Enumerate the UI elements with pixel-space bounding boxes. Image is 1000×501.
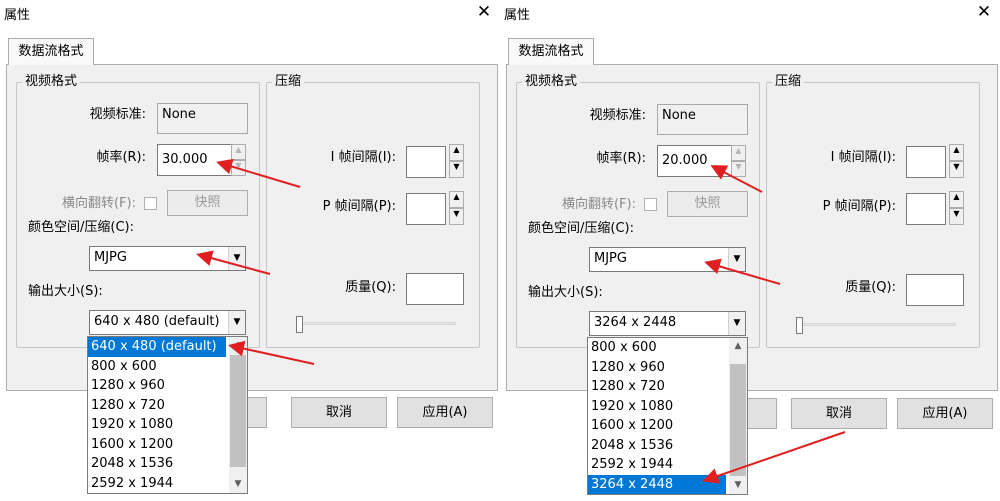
snapshot-button[interactable]: 快照	[667, 191, 748, 217]
quality-slider-thumb[interactable]	[296, 316, 303, 333]
dropdown-scrollbar[interactable]: ▲ ▼	[729, 338, 747, 494]
p-frame-label: P 帧间隔(P):	[822, 199, 896, 214]
dropdown-option[interactable]: 800 x 600	[588, 338, 726, 358]
color-space-select[interactable]: MJPG	[589, 247, 746, 272]
p-frame-up-icon[interactable]: ▲	[449, 191, 464, 208]
dropdown-option[interactable]: 2592 x 1944	[88, 474, 226, 494]
video-standard-label: 视频标准:	[89, 107, 146, 122]
close-icon[interactable]: ✕	[474, 4, 494, 24]
scroll-up-icon[interactable]: ▲	[729, 338, 747, 355]
frame-rate-label: 帧率(R):	[96, 150, 146, 165]
color-space-chevron-down-icon[interactable]: ▼	[728, 248, 745, 271]
p-frame-down-icon[interactable]: ▼	[449, 208, 464, 225]
properties-dialog-left: 属性 ✕ 数据流格式 视频格式 视频标准: None 帧率(R): 30.000…	[0, 0, 500, 501]
quality-label: 质量(Q):	[845, 280, 896, 295]
video-format-legend: 视频格式	[22, 74, 81, 90]
i-frame-down-icon[interactable]: ▼	[949, 161, 964, 178]
video-format-legend: 视频格式	[522, 74, 581, 90]
i-frame-down-icon[interactable]: ▼	[449, 161, 464, 178]
frame-rate-down-icon[interactable]: ▼	[731, 161, 746, 177]
quality-slider-track[interactable]	[799, 323, 956, 326]
dropdown-option[interactable]: 1920 x 1080	[588, 397, 726, 417]
frame-rate-up-icon[interactable]: ▲	[731, 145, 746, 161]
dropdown-option[interactable]: 1600 x 1200	[88, 435, 226, 455]
compression-legend: 压缩	[272, 74, 305, 90]
cancel-button[interactable]: 取消	[291, 397, 387, 428]
scroll-thumb[interactable]	[230, 355, 246, 467]
video-standard-field: None	[157, 103, 248, 134]
dropdown-option[interactable]: 2048 x 1536	[588, 436, 726, 456]
tab-stream-format[interactable]: 数据流格式	[8, 38, 94, 65]
dropdown-option[interactable]: 3264 x 2448	[588, 474, 726, 494]
flip-checkbox[interactable]	[644, 198, 657, 211]
output-size-chevron-down-icon[interactable]: ▼	[228, 311, 245, 334]
scroll-down-icon[interactable]: ▼	[729, 477, 747, 494]
dropdown-option[interactable]: 1600 x 1200	[588, 416, 726, 436]
p-frame-up-icon[interactable]: ▲	[949, 191, 964, 208]
flip-checkbox[interactable]	[144, 197, 157, 210]
output-size-chevron-down-icon[interactable]: ▼	[728, 312, 745, 335]
dropdown-option[interactable]: 800 x 600	[88, 357, 226, 377]
i-frame-up-icon[interactable]: ▲	[449, 144, 464, 161]
scroll-up-icon[interactable]: ▲	[229, 337, 247, 354]
frame-rate-input[interactable]: 20.000	[657, 145, 734, 177]
cancel-button[interactable]: 取消	[791, 398, 887, 429]
dropdown-option[interactable]: 1280 x 960	[88, 376, 226, 396]
i-frame-label: I 帧间隔(I):	[830, 150, 896, 165]
output-size-label: 输出大小(S):	[28, 284, 103, 299]
frame-rate-down-icon[interactable]: ▼	[231, 160, 246, 176]
dialog-title: 属性	[4, 8, 31, 23]
output-size-label: 输出大小(S):	[528, 285, 603, 300]
dropdown-option[interactable]: 2592 x 1944	[588, 455, 726, 475]
quality-slider-track[interactable]	[299, 322, 456, 325]
frame-rate-label: 帧率(R):	[596, 151, 646, 166]
quality-input[interactable]	[906, 274, 964, 306]
frame-rate-input[interactable]: 30.000	[157, 144, 234, 176]
apply-button[interactable]: 应用(A)	[397, 397, 493, 428]
dialog-title: 属性	[504, 8, 531, 23]
compression-legend: 压缩	[772, 74, 805, 90]
color-space-label: 颜色空间/压缩(C):	[28, 220, 134, 235]
p-frame-down-icon[interactable]: ▼	[949, 208, 964, 225]
snapshot-button[interactable]: 快照	[167, 190, 248, 216]
dropdown-scrollbar[interactable]: ▲ ▼	[229, 337, 247, 493]
output-size-select[interactable]: 640 x 480 (default)	[89, 310, 246, 335]
flip-label: 横向翻转(F):	[61, 196, 136, 211]
frame-rate-up-icon[interactable]: ▲	[231, 144, 246, 160]
properties-dialog-right: 属性 ✕ 数据流格式 视频格式 视频标准: None 帧率(R): 20.000…	[500, 0, 1000, 501]
scroll-thumb[interactable]	[730, 364, 746, 476]
quality-slider-thumb[interactable]	[796, 317, 803, 334]
color-space-chevron-down-icon[interactable]: ▼	[228, 247, 245, 270]
output-size-select[interactable]: 3264 x 2448	[589, 311, 746, 336]
ok-button[interactable]	[747, 398, 777, 429]
output-size-dropdown-list: 800 x 600 1280 x 960 1280 x 720 1920 x 1080…	[587, 337, 748, 495]
flip-label: 横向翻转(F):	[561, 197, 636, 212]
tab-stream-format[interactable]: 数据流格式	[508, 38, 594, 65]
video-standard-label: 视频标准:	[589, 108, 646, 123]
dropdown-option[interactable]: 1280 x 720	[88, 396, 226, 416]
p-frame-input[interactable]	[406, 193, 446, 225]
close-icon[interactable]: ✕	[974, 4, 994, 24]
quality-input[interactable]	[406, 273, 464, 305]
quality-label: 质量(Q):	[345, 280, 396, 295]
i-frame-input[interactable]	[906, 146, 946, 178]
dropdown-option[interactable]: 2048 x 1536	[88, 454, 226, 474]
dropdown-option[interactable]: 640 x 480 (default)	[88, 337, 226, 357]
color-space-select[interactable]: MJPG	[89, 246, 246, 271]
dropdown-option[interactable]: 1280 x 720	[588, 377, 726, 397]
i-frame-up-icon[interactable]: ▲	[949, 144, 964, 161]
p-frame-input[interactable]	[906, 193, 946, 225]
dropdown-option[interactable]: 1920 x 1080	[88, 415, 226, 435]
i-frame-label: I 帧间隔(I):	[330, 150, 396, 165]
ok-button[interactable]	[247, 397, 267, 428]
scroll-down-icon[interactable]: ▼	[229, 476, 247, 493]
p-frame-label: P 帧间隔(P):	[322, 199, 396, 214]
apply-button[interactable]: 应用(A)	[897, 398, 993, 429]
color-space-label: 颜色空间/压缩(C):	[528, 221, 634, 236]
dropdown-option[interactable]: 1280 x 960	[588, 358, 726, 378]
video-standard-field: None	[657, 104, 748, 135]
output-size-dropdown-list: 640 x 480 (default) 800 x 600 1280 x 960 12…	[87, 336, 248, 494]
i-frame-input[interactable]	[406, 146, 446, 178]
